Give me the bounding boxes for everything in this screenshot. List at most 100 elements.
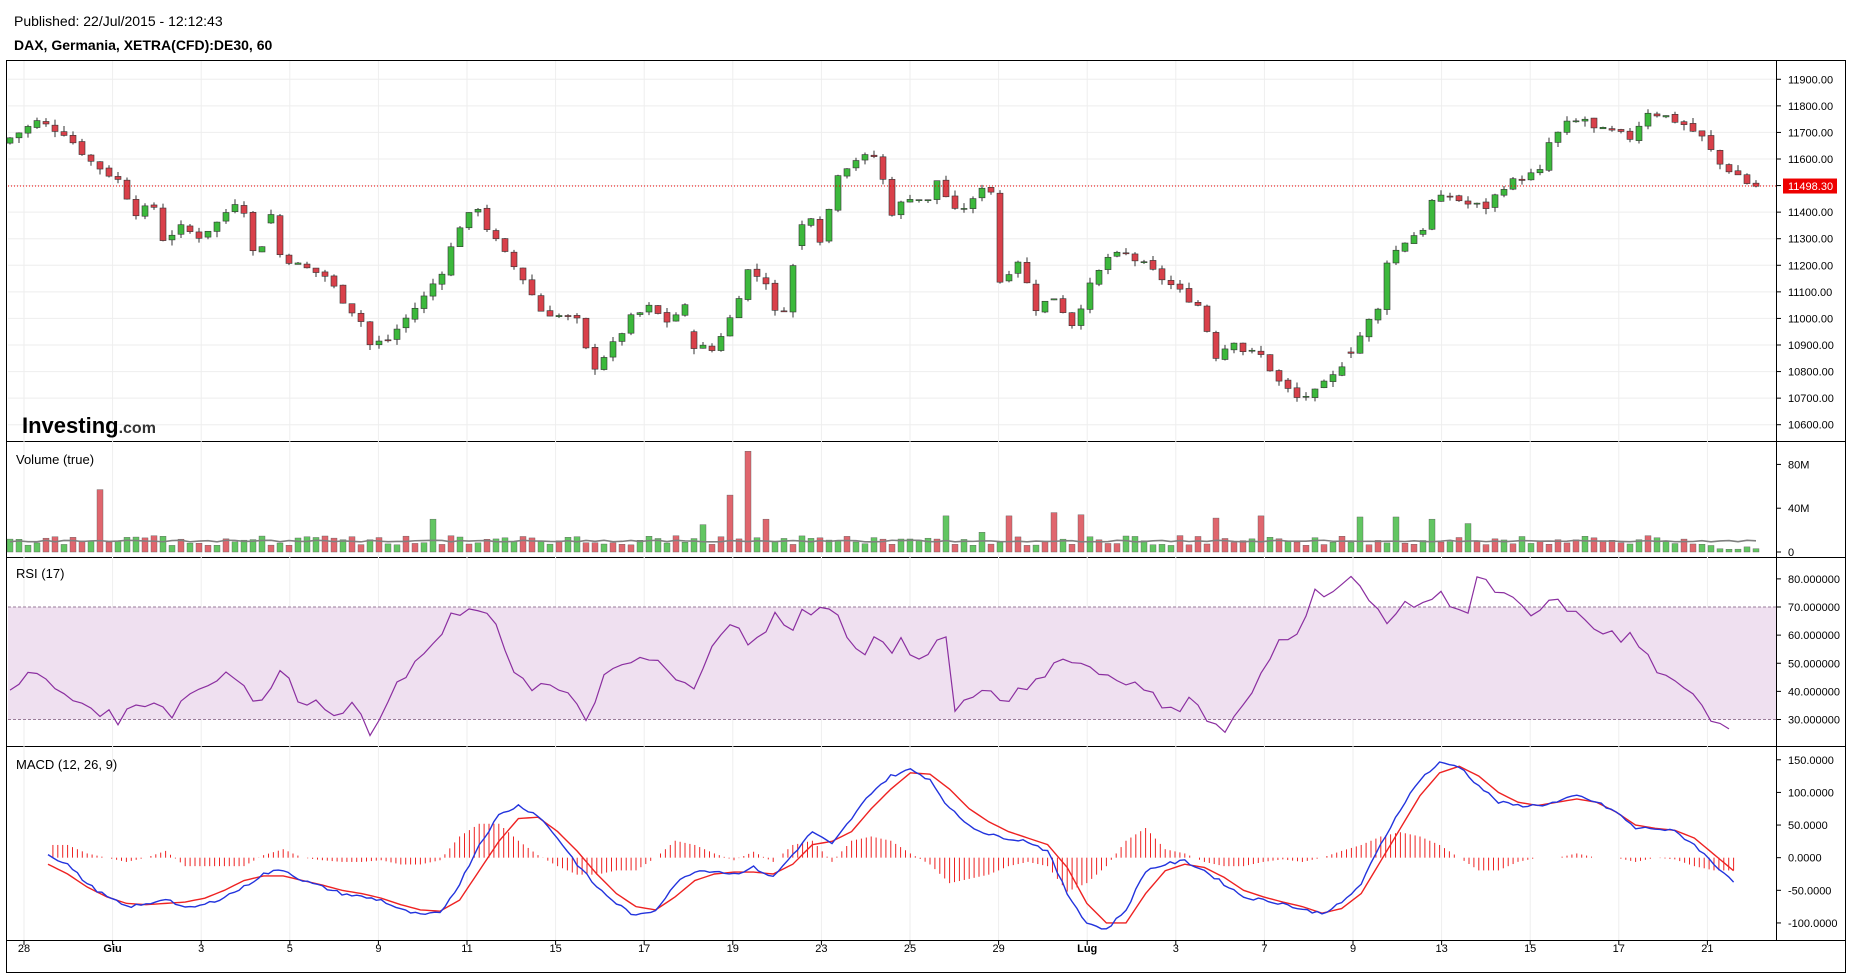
volume-panel[interactable] [6, 451, 1760, 553]
x-tick-label: 21 [1701, 943, 1713, 955]
axes: 28 Giu 3 5 9 11 15 17 19 23 25 29 Lug 3 7 9 13 15 17 21 1190… [18, 74, 1840, 955]
volume-bar [1581, 536, 1589, 553]
volume-bar [951, 544, 959, 553]
volume-bar [762, 518, 770, 553]
volume-bar [789, 544, 797, 553]
volume-bar [546, 543, 554, 553]
volume-bar [87, 541, 95, 553]
volume-bar [591, 542, 599, 553]
candle-body [1734, 170, 1742, 176]
candle-body [168, 234, 176, 241]
candle-body [816, 219, 824, 243]
volume-bar [1293, 541, 1301, 553]
volume-bar [618, 544, 626, 553]
candle-body [249, 211, 257, 252]
candle-body [393, 328, 401, 340]
volume-bar [600, 543, 608, 553]
candle-body [879, 156, 887, 180]
volume-bar [1599, 540, 1607, 553]
volume-bar [1023, 545, 1031, 553]
chart-canvas[interactable]: 28 Giu 3 5 9 11 15 17 19 23 25 29 Lug 3 7 9 13 15 17 21 1190… [0, 0, 1852, 976]
volume-bar [1653, 537, 1661, 553]
candle-body [105, 167, 113, 177]
candle-body [1059, 298, 1067, 313]
candle-body [1644, 112, 1652, 127]
candle-body [510, 251, 518, 268]
volume-bar [105, 541, 113, 553]
candle-body [447, 246, 455, 276]
candle-body [978, 187, 986, 199]
volume-bar [1104, 543, 1112, 553]
candle-body [1077, 308, 1085, 326]
candle-body [1716, 150, 1724, 165]
macd-panel[interactable] [47, 761, 1735, 930]
candle-body [1374, 308, 1382, 321]
candle-body [843, 168, 851, 177]
volume-bar [627, 544, 635, 553]
volume-bar [51, 536, 59, 553]
candle-body [1212, 332, 1220, 359]
volume-bar [996, 542, 1004, 553]
rsi-panel[interactable] [8, 575, 1776, 737]
candle-body [1698, 130, 1706, 137]
volume-bar [1320, 544, 1328, 553]
x-tick-label: 7 [1261, 943, 1267, 955]
candle-body [1356, 335, 1364, 354]
volume-bar [1689, 543, 1697, 553]
x-tick-label: 23 [815, 943, 827, 955]
candle-body [906, 199, 914, 203]
candle-body [267, 214, 275, 224]
candle-body [1149, 260, 1157, 270]
volume-bar [1527, 543, 1535, 553]
candle-body [1041, 300, 1049, 313]
volume-bar [1257, 515, 1265, 553]
candle-body [1608, 128, 1616, 131]
volume-bar [528, 537, 536, 553]
investing-logo: Investing.com [22, 413, 156, 438]
candle-body [1707, 135, 1715, 150]
candle-body [1437, 194, 1445, 202]
volume-bar [1707, 545, 1715, 553]
candle-body [1122, 252, 1130, 255]
candle-body [276, 215, 284, 256]
candle-body [951, 195, 959, 209]
macd-tick-label: -50.0000 [1788, 885, 1831, 897]
volume-bar [1428, 518, 1436, 553]
price-panel[interactable] [6, 109, 1760, 402]
candle-body [492, 230, 500, 240]
candle-body [1239, 342, 1247, 352]
x-tick-label: 19 [727, 943, 739, 955]
candle-body [528, 279, 536, 296]
candle-body [1104, 256, 1112, 270]
volume-bar [564, 537, 572, 553]
price-tick-label: 11700.00 [1788, 127, 1833, 139]
volume-bar [726, 494, 734, 553]
rsi-band [8, 607, 1776, 720]
candle-body [762, 277, 770, 285]
candle-body [1221, 348, 1229, 360]
candle-body [1689, 123, 1697, 132]
candle-body [330, 275, 338, 287]
volume-bar [645, 535, 653, 553]
volume-bar [510, 541, 518, 553]
candle-body [537, 295, 545, 312]
volume-bar [888, 544, 896, 553]
volume-bar [1122, 535, 1130, 553]
volume-bar [69, 537, 77, 553]
candle-body [285, 254, 293, 264]
candle-body [672, 314, 680, 322]
candle-body [1590, 117, 1598, 129]
volume-tick-label: 0 [1788, 547, 1794, 559]
candle-body [1329, 374, 1337, 382]
candle-body [1320, 380, 1328, 389]
volume-bar [1716, 548, 1724, 553]
candle-body [1464, 200, 1472, 205]
volume-bar [447, 535, 455, 553]
volume-bar [573, 536, 581, 553]
candle-body [69, 135, 77, 144]
volume-bar [114, 540, 122, 553]
x-tick-label: 3 [198, 943, 204, 955]
volume-bar [1266, 537, 1274, 553]
candle-body [1131, 253, 1139, 262]
candle-body [1068, 312, 1076, 327]
